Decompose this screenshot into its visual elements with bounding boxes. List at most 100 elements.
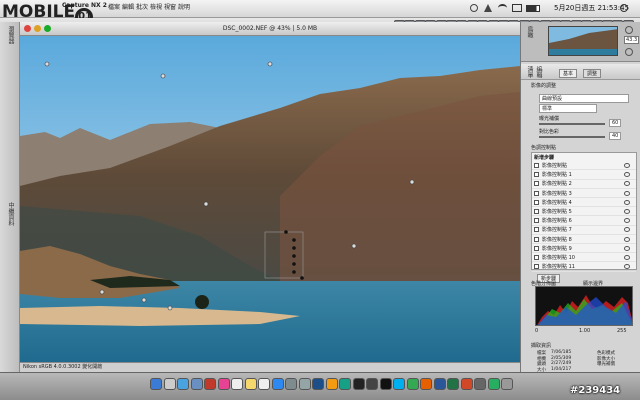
photo-booth-icon[interactable] (204, 378, 216, 390)
visibility-icon[interactable] (624, 209, 630, 214)
visibility-icon[interactable] (624, 163, 630, 168)
step-row[interactable]: 影像控制點 1 (532, 170, 636, 180)
window-close-button[interactable] (24, 25, 31, 32)
visibility-icon[interactable] (624, 218, 630, 224)
menu-item-file[interactable]: 檔案 (108, 2, 120, 11)
mail-icon[interactable] (190, 378, 203, 390)
slider-2-value[interactable]: 40 (609, 132, 622, 140)
step-checkbox[interactable] (534, 172, 539, 178)
curve-preset-dropdown[interactable]: 曲線預設 (539, 94, 629, 103)
menu-item-view[interactable]: 檢視 (150, 2, 162, 11)
powerpoint-icon[interactable] (460, 378, 473, 390)
slider-1-track[interactable] (539, 123, 605, 125)
histogram-mid[interactable]: 1.00 (579, 328, 590, 334)
calculator-icon[interactable] (474, 378, 486, 390)
volume-icon[interactable] (512, 4, 522, 12)
visibility-icon[interactable] (624, 245, 630, 251)
step-row[interactable]: 影像控制點 4 (532, 198, 636, 208)
reminders-icon[interactable] (258, 378, 270, 390)
skype-icon[interactable] (393, 378, 405, 390)
visibility-icon[interactable] (624, 172, 630, 178)
visibility-icon[interactable] (624, 255, 630, 260)
histogram-min[interactable]: 0 (535, 328, 538, 334)
visibility-icon[interactable] (624, 181, 630, 187)
dreamweaver-icon[interactable] (339, 378, 351, 390)
photoshop-icon[interactable] (312, 378, 324, 390)
launchpad-icon[interactable] (163, 378, 176, 390)
zoom-in-icon[interactable] (625, 26, 633, 34)
wifi-icon[interactable] (498, 4, 507, 12)
app-store-icon[interactable] (271, 378, 284, 390)
capture-nx-icon[interactable] (352, 378, 365, 390)
step-row[interactable]: 影像控制點 3 (532, 189, 636, 198)
terminal-icon[interactable] (379, 378, 392, 390)
firefox-icon[interactable] (420, 378, 432, 390)
section-adjust-title[interactable]: 影像的調整 (531, 82, 556, 89)
step-checkbox[interactable] (534, 255, 539, 260)
step-checkbox[interactable] (534, 163, 539, 168)
activity-icon[interactable] (487, 378, 500, 390)
spotlight-search-icon[interactable] (620, 4, 628, 12)
camera-icon[interactable] (366, 378, 378, 390)
zoom-field[interactable]: 43.3 (624, 36, 640, 44)
word-icon[interactable] (433, 378, 446, 390)
menu-item-edit[interactable]: 編輯 (122, 2, 134, 11)
section-control-points-title[interactable]: 色調控制點 (531, 144, 556, 151)
bluetooth-icon[interactable] (484, 4, 492, 12)
step-checkbox[interactable] (534, 236, 539, 242)
time-machine-icon[interactable] (470, 4, 478, 12)
step-checkbox[interactable] (534, 181, 539, 187)
step-row[interactable]: 影像控制點 11 (532, 262, 636, 272)
menu-item-window[interactable]: 視窗 (164, 2, 176, 11)
step-row[interactable]: 影像控制點 9 (532, 244, 636, 254)
step-row[interactable]: 影像控制點 (532, 161, 636, 171)
window-minimize-button[interactable] (34, 25, 41, 32)
step-checkbox[interactable] (534, 218, 539, 224)
window-zoom-button[interactable] (44, 25, 51, 32)
browser-label[interactable]: 瀏覽器 (6, 26, 15, 44)
step-row[interactable]: 影像控制點 7 (532, 225, 636, 235)
histogram-max[interactable]: 255 (617, 328, 627, 334)
step-checkbox[interactable] (534, 264, 539, 270)
metadata-label[interactable]: 中繼資料 (6, 202, 15, 226)
menu-app-name[interactable]: Capture NX 2 (62, 2, 107, 9)
visibility-icon[interactable] (624, 227, 630, 233)
illustrator-icon[interactable] (325, 378, 338, 390)
itunes-icon[interactable] (217, 378, 230, 390)
step-row[interactable]: 影像控制點 10 (532, 253, 636, 263)
safari-icon[interactable] (177, 378, 189, 390)
slider-1-value[interactable]: 60 (609, 119, 622, 127)
tab-basic[interactable]: 基本 (559, 69, 578, 78)
slider-2-track[interactable] (539, 136, 605, 138)
menu-item-batch[interactable]: 批次 (136, 2, 148, 11)
bird-eye-thumbnail[interactable] (548, 26, 618, 56)
step-checkbox[interactable] (534, 190, 539, 196)
visibility-icon[interactable] (624, 190, 630, 196)
step-row[interactable]: 影像控制點 8 (532, 235, 636, 244)
step-row[interactable]: 影像控制點 6 (532, 216, 636, 226)
menu-item-help[interactable]: 說明 (178, 2, 190, 11)
step-row[interactable]: 影像控制點 2 (532, 179, 636, 189)
mode-dropdown[interactable]: 標準 (539, 104, 597, 113)
finder-icon[interactable] (150, 378, 162, 390)
notes-icon[interactable] (244, 378, 257, 390)
chrome-icon[interactable] (406, 378, 419, 390)
photo-canvas[interactable] (20, 36, 520, 362)
image-window-titlebar[interactable]: DSC_0002.NEF @ 43% | 5.0 MB (20, 22, 520, 36)
system-prefs-icon[interactable] (285, 378, 297, 390)
zoom-out-icon[interactable] (625, 48, 633, 56)
calendar-icon[interactable] (231, 378, 243, 390)
visibility-icon[interactable] (624, 199, 630, 205)
step-checkbox[interactable] (534, 227, 539, 233)
step-checkbox[interactable] (534, 209, 539, 214)
browser-side-strip[interactable]: 瀏覽器 中繼資料 (0, 22, 20, 372)
step-checkbox[interactable] (534, 199, 539, 205)
trash-icon[interactable] (501, 378, 513, 390)
excel-icon[interactable] (447, 378, 459, 390)
visibility-icon[interactable] (624, 264, 630, 270)
visibility-icon[interactable] (624, 236, 630, 242)
menu-clock[interactable]: 5月20日週五 21:53:45 (554, 3, 629, 13)
battery-icon[interactable] (526, 5, 540, 12)
preview-icon[interactable] (298, 378, 311, 390)
tab-adjust[interactable]: 調整 (583, 69, 602, 78)
